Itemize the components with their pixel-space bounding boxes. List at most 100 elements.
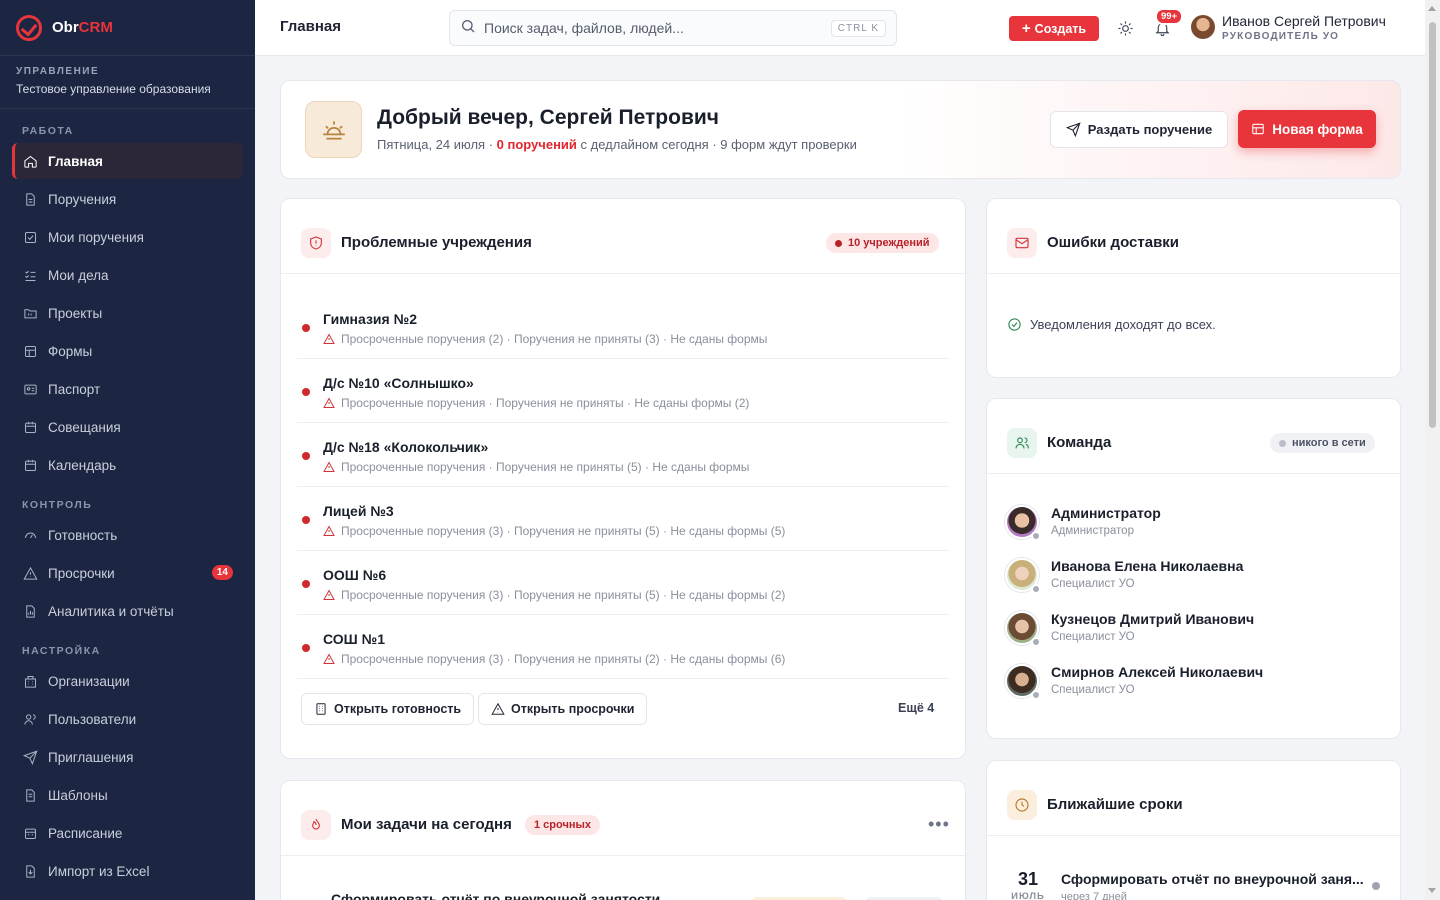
institution-row[interactable]: Лицей №3 Просроченные поручения (3) · Пор… — [297, 491, 949, 551]
sidebar-item-1-0[interactable]: Готовность — [12, 517, 243, 553]
sidebar-item-label: Проекты — [48, 305, 103, 321]
import-icon — [22, 863, 38, 879]
institution-issues: Просроченные поручения (3) · Поручения н… — [323, 652, 785, 666]
user-avatar[interactable] — [1191, 15, 1215, 39]
sidebar-item-label: Поручения — [48, 191, 117, 207]
open-overdue-button[interactable]: Открыть просрочки — [478, 693, 648, 725]
institution-row[interactable]: ООШ №6 Просроченные поручения (3) · Поруч… — [297, 555, 949, 615]
card-header: Ближайшие сроки — [987, 761, 1400, 836]
institution-row[interactable]: Гимназия №2 Просроченные поручения (2) · … — [297, 299, 949, 359]
deadline-title[interactable]: Сформировать отчёт по внеурочной заня... — [1061, 871, 1364, 887]
warning-icon — [323, 589, 335, 600]
team-member[interactable]: Кузнецов Дмитрий Иванович Специалист УО — [1005, 609, 1385, 653]
warning-icon — [323, 525, 335, 536]
team-member[interactable]: Иванова Елена Николаевна Специалист УО — [1005, 556, 1385, 600]
status-dot — [302, 388, 310, 396]
scroll-down-arrow-icon[interactable] — [1428, 888, 1436, 893]
card-title: Ошибки доставки — [1047, 234, 1180, 251]
open-readiness-button[interactable]: Открыть готовность — [301, 693, 475, 725]
id-card-icon — [22, 381, 38, 397]
folder-icon — [22, 305, 38, 321]
sidebar-item-2-4[interactable]: Расписание — [12, 815, 243, 851]
card-title: Проблемные учреждения — [341, 234, 532, 251]
sidebar-item-label: Паспорт — [48, 381, 101, 397]
greeting-subtitle: Пятница, 24 июля · 0 поручений с дедлайн… — [377, 137, 857, 152]
sidebar-item-0-5[interactable]: Формы — [12, 333, 243, 369]
sidebar-item-2-5[interactable]: Импорт из Excel — [12, 853, 243, 889]
org-name: Тестовое управление образования — [16, 82, 211, 96]
deadline-status-dot — [1372, 882, 1380, 890]
card-title: Ближайшие сроки — [1047, 796, 1183, 813]
theme-toggle-sun-icon[interactable] — [1115, 18, 1135, 38]
search-box[interactable]: CTRL K — [449, 10, 897, 46]
institution-row[interactable]: СОШ №1 Просроченные поручения (3) · Поруч… — [297, 619, 949, 679]
sidebar-item-2-2[interactable]: Приглашения — [12, 739, 243, 775]
template-icon — [22, 787, 38, 803]
calendar-icon — [22, 419, 38, 435]
warning-icon — [491, 702, 505, 715]
member-role: Специалист УО — [1051, 578, 1135, 590]
sidebar-item-label: Мои поручения — [48, 229, 144, 245]
sidebar-item-0-2[interactable]: Мои поручения — [12, 219, 243, 255]
org-label: УПРАВЛЕНИЕ — [16, 66, 100, 77]
institution-row[interactable]: Д/с №10 «Солнышко» Просроченные поручения… — [297, 363, 949, 423]
sidebar-item-0-7[interactable]: Совещания — [12, 409, 243, 445]
sidebar-item-0-8[interactable]: Календарь — [12, 447, 243, 483]
presence-dot — [1031, 531, 1041, 541]
create-button[interactable]: + Создать — [1009, 16, 1099, 41]
more-institutions-link[interactable]: Ещё 4 — [898, 701, 934, 715]
status-dot — [302, 516, 310, 524]
search-shortcut: CTRL K — [830, 20, 886, 37]
sidebar-item-label: Расписание — [48, 825, 123, 841]
page-title: Главная — [280, 18, 342, 35]
sidebar-item-1-2[interactable]: Аналитика и отчёты — [12, 593, 243, 629]
sidebar-item-1-1[interactable]: Просрочки 14 — [12, 555, 243, 591]
schedule-icon — [22, 825, 38, 841]
scroll-up-arrow-icon[interactable] — [1428, 6, 1436, 11]
sidebar-item-2-1[interactable]: Пользователи — [12, 701, 243, 737]
sidebar-item-2-0[interactable]: Организации — [12, 663, 243, 699]
logo[interactable]: ObrCRM — [0, 0, 255, 56]
member-name: Кузнецов Дмитрий Иванович — [1051, 611, 1255, 627]
institution-row[interactable]: Д/с №18 «Колокольчик» Просроченные поруче… — [297, 427, 949, 487]
logo-text: ObrCRM — [52, 19, 113, 36]
team-member[interactable]: Смирнов Алексей Николаевич Специалист УО — [1005, 662, 1385, 706]
tasks-today-card: Мои задачи на сегодня 1 срочных ••• Сфор… — [280, 780, 966, 900]
page-scrollbar[interactable] — [1425, 0, 1440, 900]
checklist-icon — [22, 229, 38, 245]
institution-issues: Просроченные поручения (2) · Поручения н… — [323, 332, 767, 346]
more-options-icon[interactable]: ••• — [928, 815, 950, 833]
institution-name: ООШ №6 — [323, 567, 387, 583]
users-icon — [1007, 428, 1037, 458]
task-title[interactable]: Сформировать отчёт по внеурочной занятос… — [331, 891, 660, 900]
sidebar-item-0-6[interactable]: Паспорт — [12, 371, 243, 407]
sidebar-nav: РАБОТА Главная Поручения Мои поручения Мои д… — [0, 125, 255, 889]
calendar-icon — [22, 457, 38, 473]
user-name[interactable]: Иванов Сергей Петрович — [1222, 13, 1386, 29]
sidebar-item-label: Календарь — [48, 457, 117, 473]
send-icon — [22, 749, 38, 765]
search-input[interactable] — [484, 20, 814, 36]
team-member[interactable]: Администратор Администратор — [1005, 503, 1385, 547]
institution-issues: Просроченные поручения (3) · Поручения н… — [323, 588, 785, 602]
notification-badge: 99+ — [1155, 8, 1184, 25]
shield-alert-icon — [301, 228, 331, 258]
sidebar-item-0-0[interactable]: Главная — [12, 143, 243, 179]
sidebar-item-0-3[interactable]: Мои дела — [12, 257, 243, 293]
scroll-thumb[interactable] — [1429, 22, 1436, 428]
card-header: Ошибки доставки — [987, 199, 1400, 274]
org-block[interactable]: УПРАВЛЕНИЕ Тестовое управление образован… — [0, 56, 255, 109]
new-form-button[interactable]: Новая форма — [1238, 110, 1376, 148]
sidebar-item-0-4[interactable]: Проекты — [12, 295, 243, 331]
status-dot — [302, 644, 310, 652]
sidebar-item-2-3[interactable]: Шаблоны — [12, 777, 243, 813]
sidebar-item-0-1[interactable]: Поручения — [12, 181, 243, 217]
form-icon — [22, 343, 38, 359]
home-icon — [22, 153, 38, 169]
assign-task-button[interactable]: Раздать поручение — [1050, 111, 1228, 148]
sidebar-item-badge: 14 — [211, 565, 233, 580]
deadlines-card: Ближайшие сроки 31 ИЮЛЬ Сформировать отч… — [986, 760, 1401, 900]
sidebar-item-label: Пользователи — [48, 711, 137, 727]
deadline-day: 31 — [1017, 869, 1039, 889]
deadline-count[interactable]: 0 поручений — [497, 137, 577, 152]
